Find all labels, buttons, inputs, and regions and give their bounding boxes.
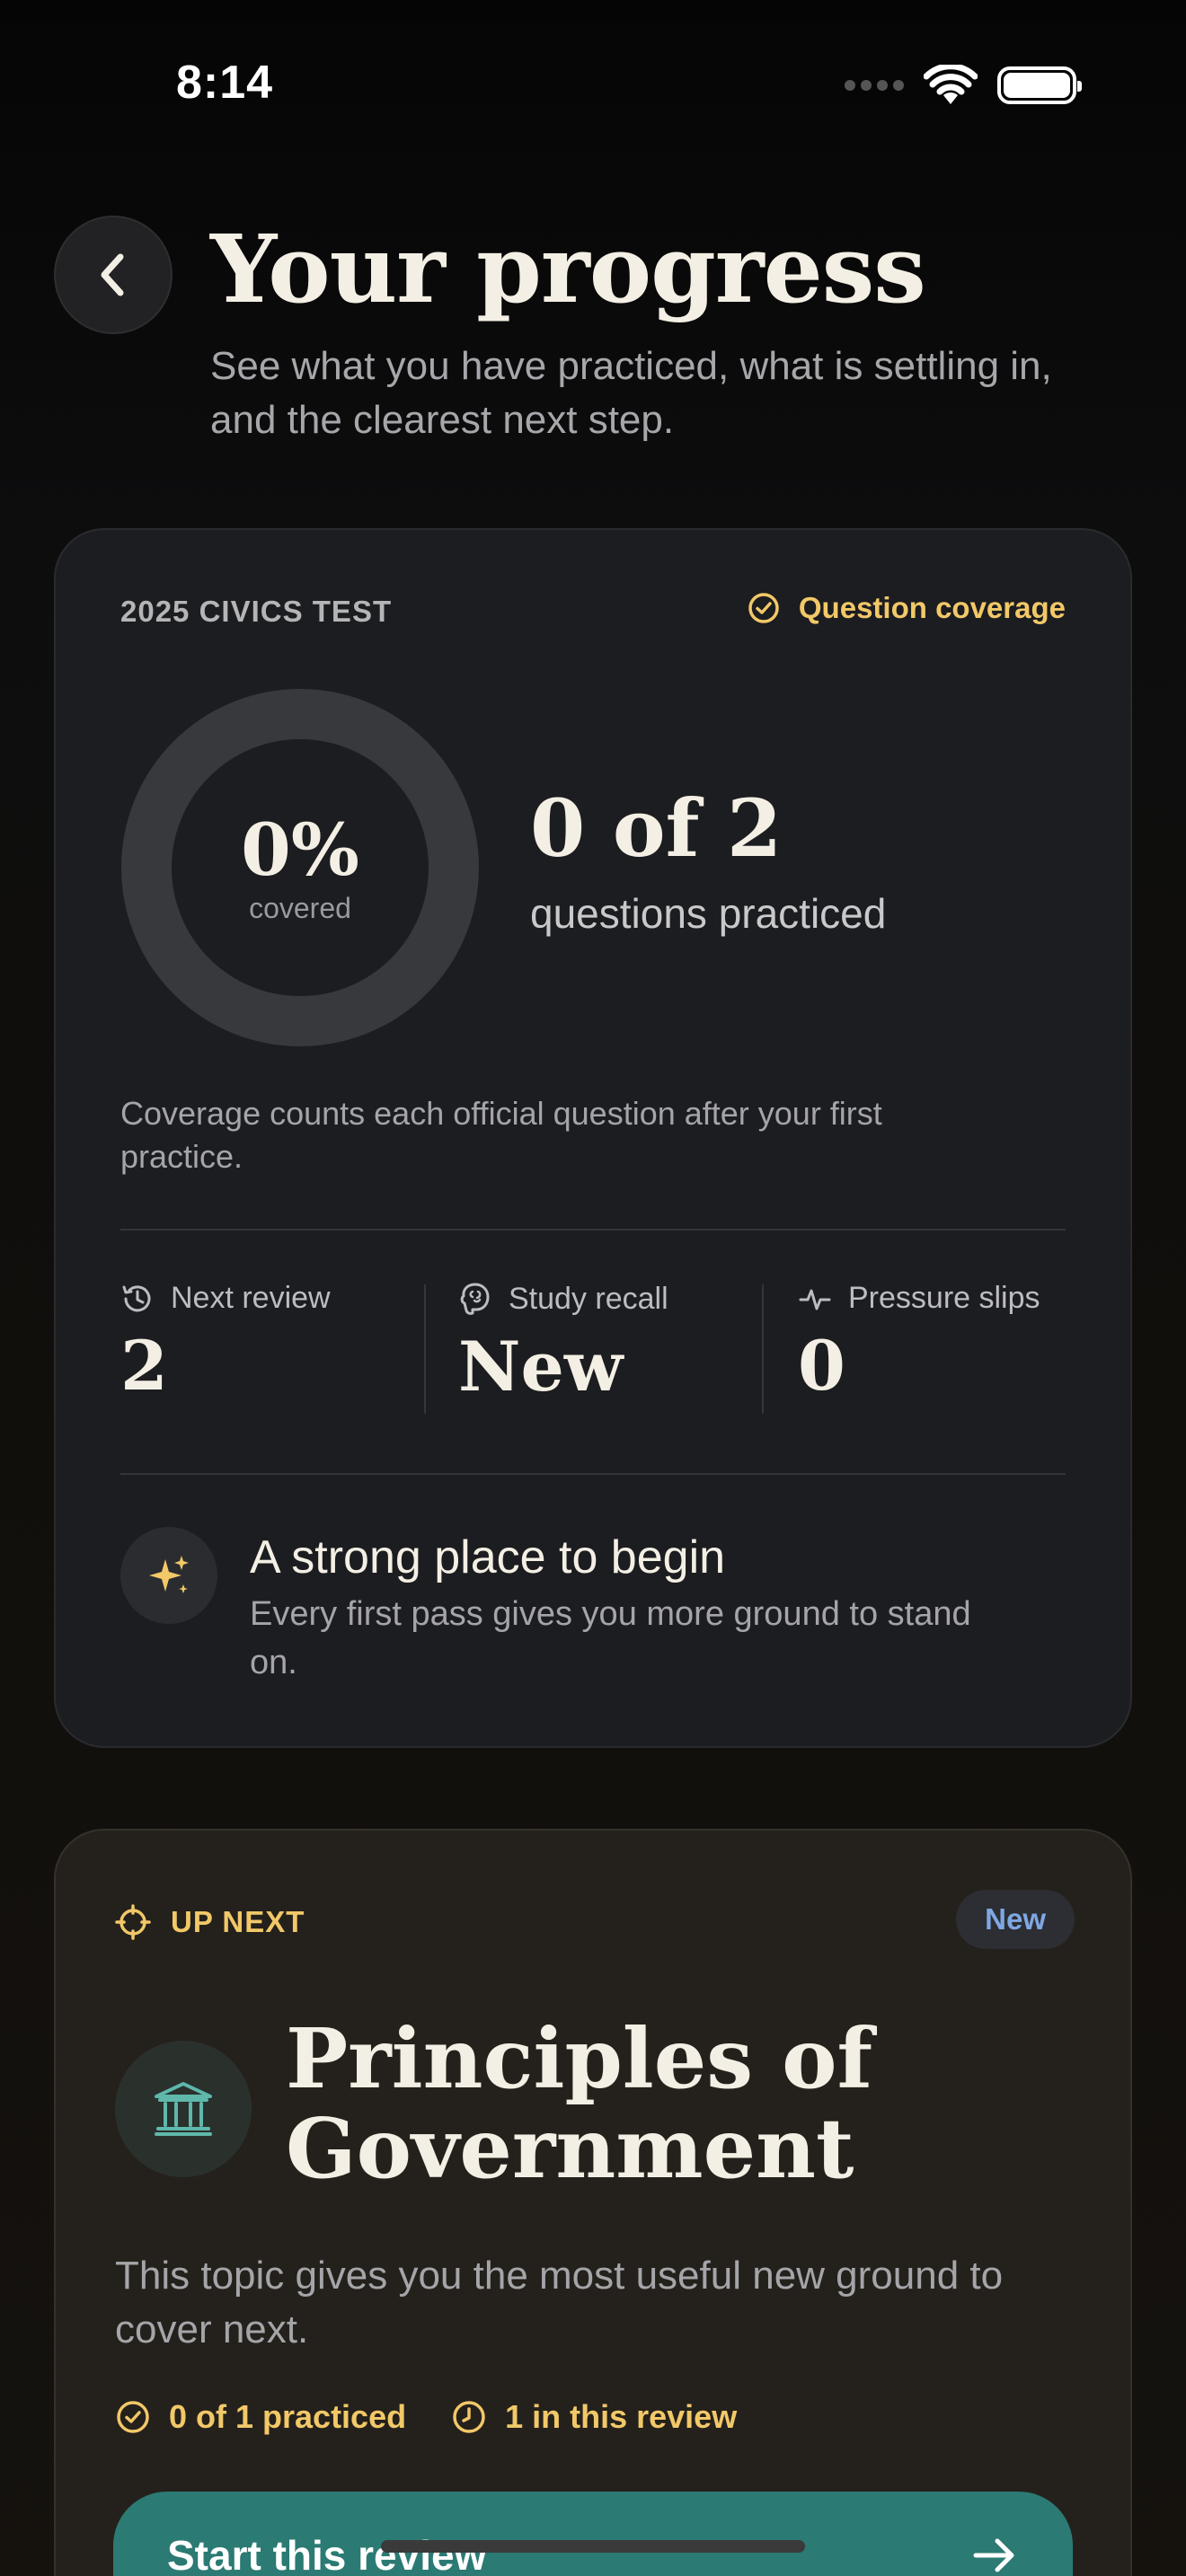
meta-practiced-text: 0 of 1 practiced — [169, 2398, 407, 2435]
topic-meta: 0 of 1 practiced 1 in this review — [115, 2398, 737, 2436]
stat-divider — [762, 1284, 764, 1414]
wifi-icon — [924, 65, 978, 104]
status-badge: New — [956, 1890, 1075, 1949]
meta-review: 1 in this review — [451, 2398, 737, 2436]
coverage-percent: 0% — [241, 807, 359, 892]
meta-practiced: 0 of 1 practiced — [115, 2398, 406, 2436]
chevron-left-icon — [101, 253, 124, 296]
divider — [120, 1473, 1066, 1475]
arrow-right-icon — [973, 2538, 1014, 2572]
check-circle-icon — [117, 2401, 149, 2433]
status-time: 8:14 — [176, 57, 274, 109]
coverage-note: Coverage counts each official question a… — [120, 1095, 882, 1175]
up-next-label: UP NEXT — [115, 1904, 305, 1940]
test-label: 2025 CIVICS TEST — [120, 595, 393, 628]
start-review-button[interactable]: Start this review — [113, 2492, 1073, 2576]
history-icon — [122, 1284, 151, 1311]
back-button[interactable] — [54, 216, 173, 334]
sparkle-icon — [149, 1556, 189, 1593]
encouragement-subtitle: Every first pass gives you more ground t… — [250, 1595, 971, 1681]
up-next-text: UP NEXT — [171, 1905, 305, 1938]
stat-label: Study recall — [509, 1281, 668, 1316]
start-review-label: Start this review — [167, 2532, 487, 2576]
stat-divider — [424, 1284, 426, 1414]
status-icons — [845, 65, 1082, 106]
coverage-tag: Question coverage — [747, 591, 1066, 625]
cellular-signal-icon — [845, 80, 904, 91]
page-title: Your progress — [210, 214, 926, 324]
stat-value: 0 — [798, 1326, 845, 1406]
stat-label: Next review — [171, 1281, 331, 1315]
government-building-icon — [155, 2082, 212, 2136]
stat-study-recall: Study recall New — [458, 1281, 668, 1403]
topic-description: This topic gives you the most useful new… — [115, 2254, 1004, 2351]
page-subtitle: See what you have practiced, what is set… — [210, 344, 1052, 442]
sparkle-icon-badge — [120, 1527, 217, 1624]
practiced-count: 0 of 2 — [530, 781, 783, 875]
divider — [120, 1229, 1066, 1231]
progress-card: 2025 CIVICS TEST Question coverage 0% co… — [54, 528, 1132, 1748]
topic-icon-badge — [115, 2041, 252, 2177]
up-next-card: UP NEXT New Principles of Government Thi… — [54, 1829, 1132, 2576]
target-icon — [115, 1904, 151, 1940]
meta-review-text: 1 in this review — [505, 2398, 738, 2435]
practiced-caption: questions practiced — [530, 890, 887, 937]
coverage-tag-label: Question coverage — [798, 591, 1066, 624]
stat-value: 2 — [120, 1326, 168, 1406]
check-circle-icon — [748, 593, 779, 623]
pulse-icon — [799, 1289, 831, 1310]
battery-icon — [997, 66, 1082, 104]
coverage-ring: 0% covered — [120, 688, 480, 1047]
stat-label: Pressure slips — [848, 1281, 1040, 1315]
brain-icon — [460, 1283, 490, 1315]
clock-icon — [453, 2401, 485, 2433]
coverage-caption: covered — [249, 891, 351, 924]
home-indicator[interactable] — [381, 2540, 805, 2553]
stat-next-review: Next review 2 — [120, 1281, 331, 1402]
topic-title: Principles of Government — [286, 2010, 873, 2197]
stat-pressure-slips: Pressure slips 0 — [798, 1281, 1040, 1402]
stat-value: New — [458, 1327, 624, 1407]
encouragement-title: A strong place to begin — [250, 1531, 726, 1584]
